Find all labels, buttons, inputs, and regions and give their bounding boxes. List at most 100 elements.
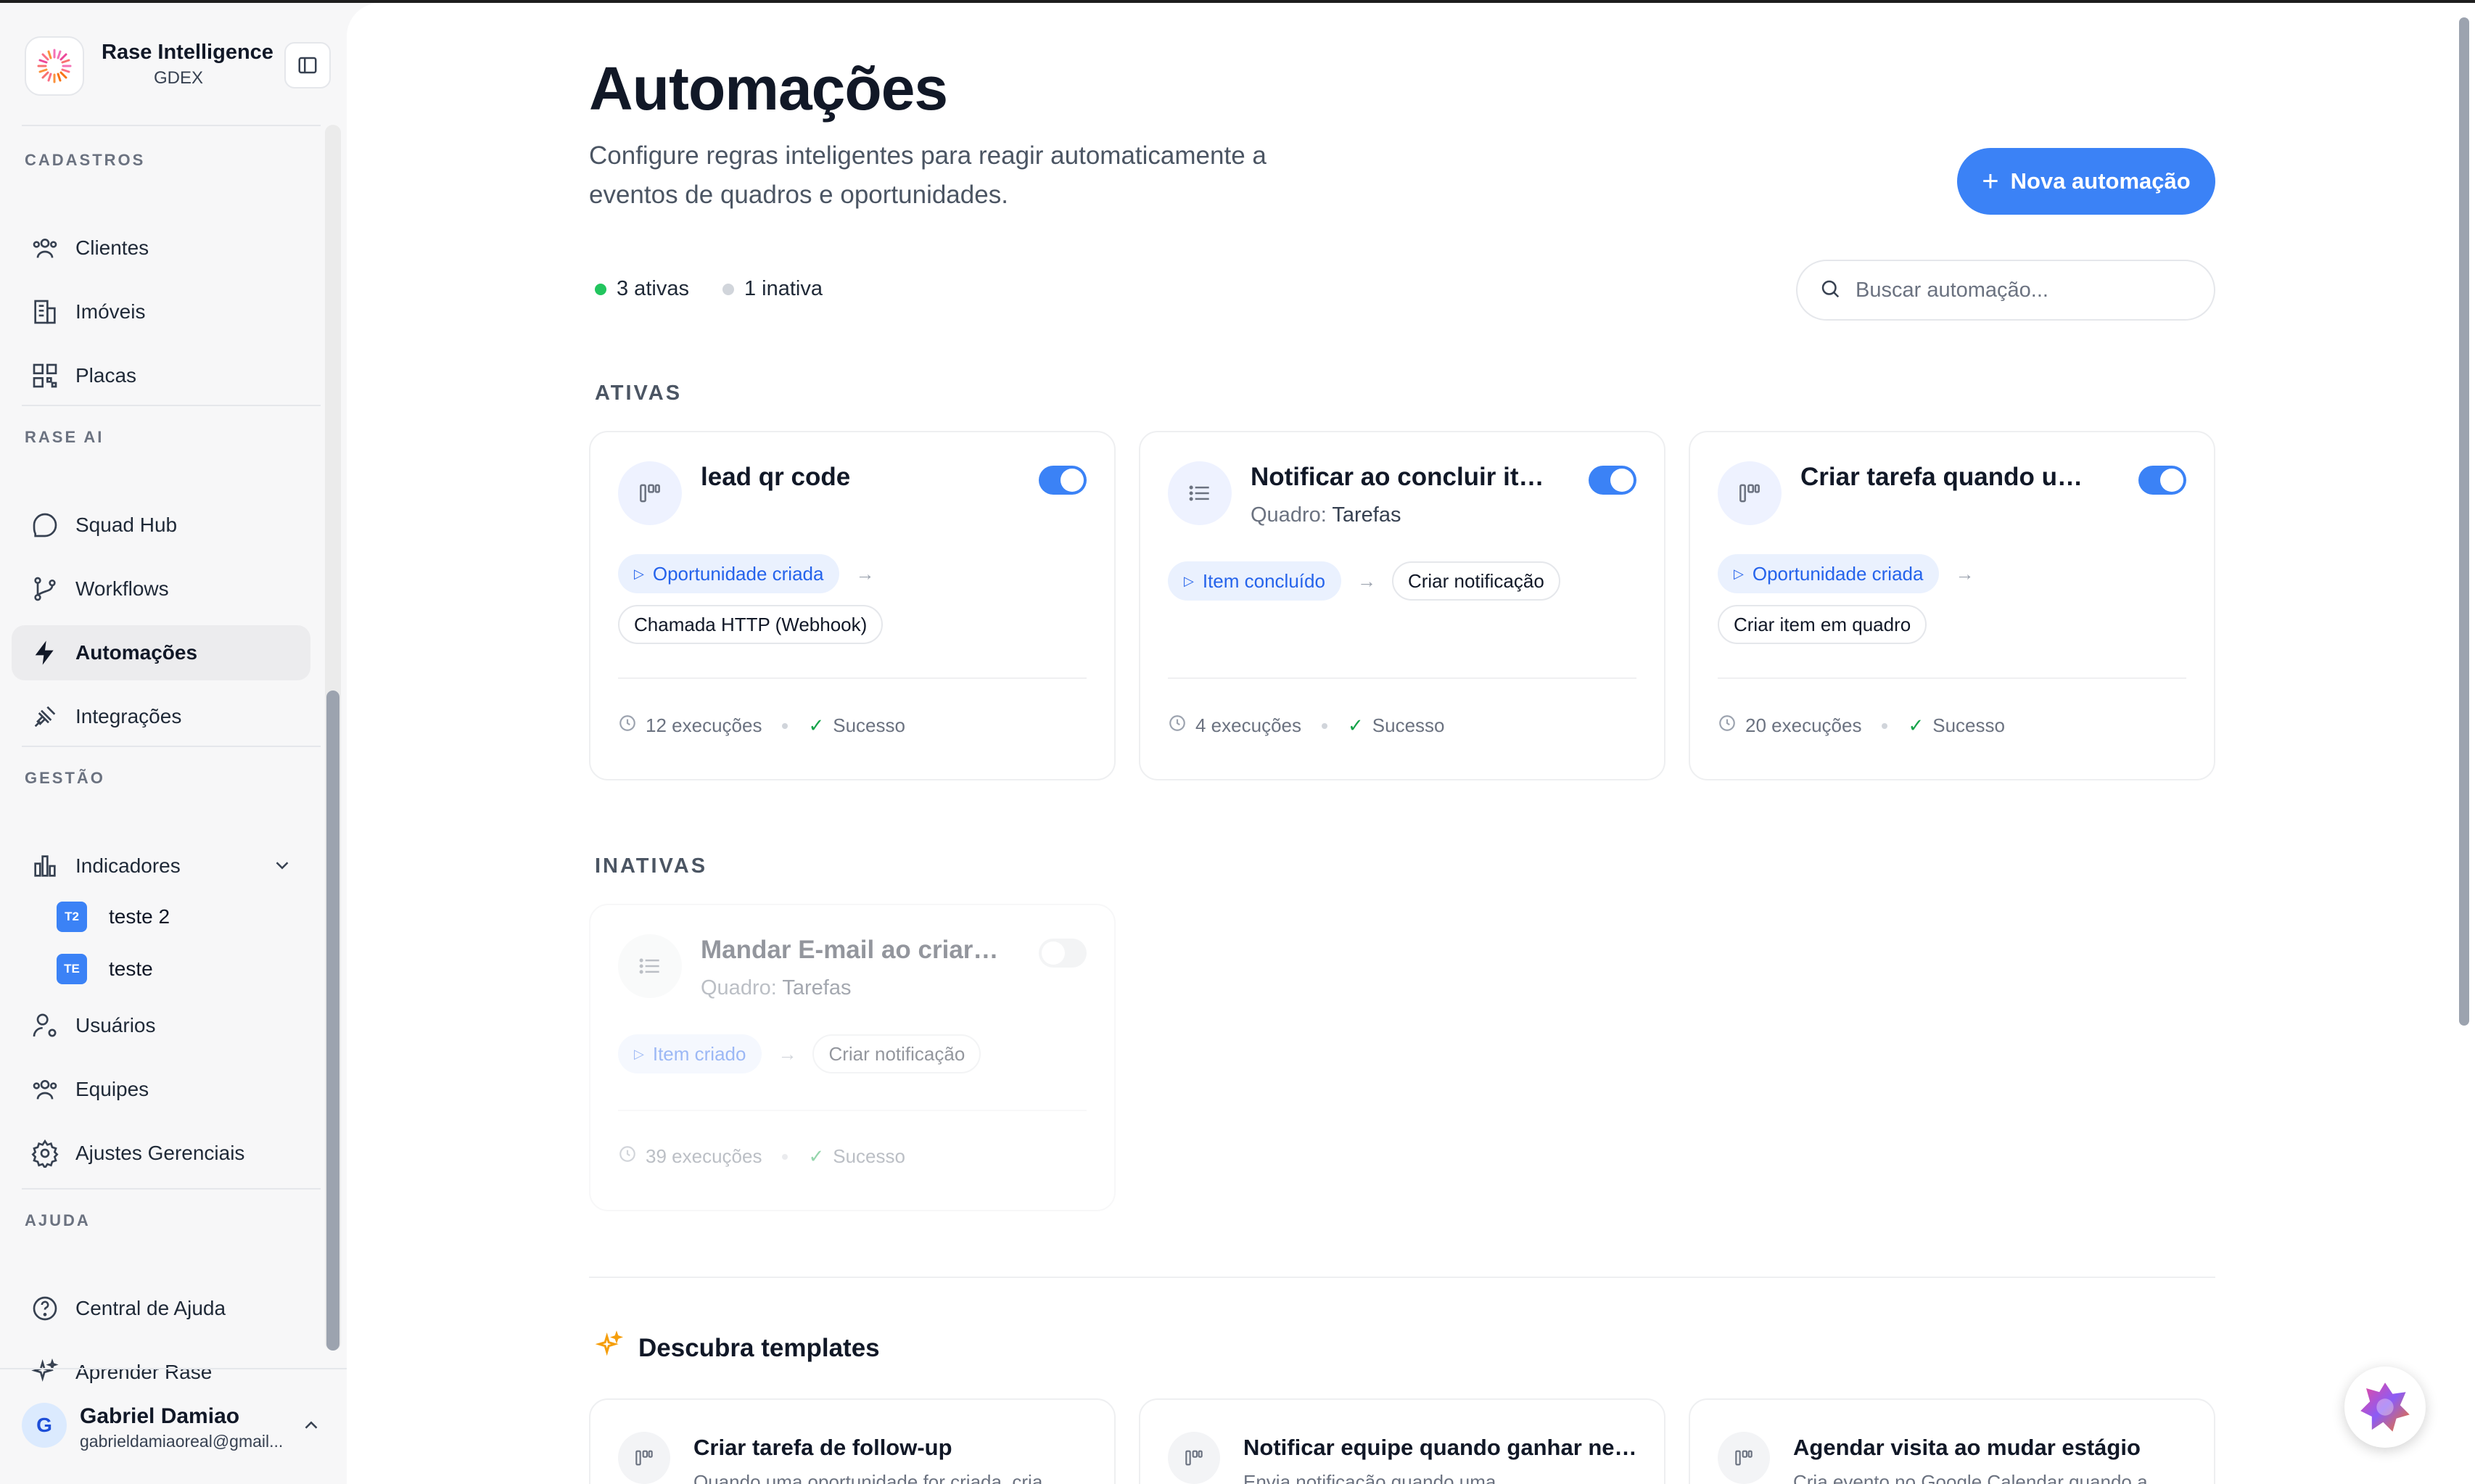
board-icon [1718,461,1782,525]
automation-board: Quadro: Tarefas [1251,503,1401,527]
divider [22,405,321,406]
template-description: Envia notificação quando uma [1243,1471,1496,1484]
template-card[interactable]: Criar tarefa de follow-up Quando uma opo… [589,1398,1116,1484]
new-automation-label: Nova automação [2010,168,2191,194]
separator-dot [782,722,788,729]
board-prefix: Quadro: [1251,503,1327,527]
inactive-dot-icon [722,283,734,295]
card-footer: 39 execuções ✓ Sucesso [618,1145,905,1168]
new-automation-button[interactable]: + Nova automação [1957,148,2215,215]
sidebar-item-label: Automações [75,641,198,664]
sidebar-scrollbar[interactable] [325,125,341,1351]
clock-icon [618,1145,637,1168]
sidebar-item-placas[interactable]: Placas [12,348,310,403]
separator-dot [782,1153,788,1160]
building-icon [28,294,62,329]
automation-toggle[interactable] [2138,466,2186,495]
indicator-badge: T2 [57,902,87,932]
help-circle-icon [28,1291,62,1326]
sidebar-item-automacoes[interactable]: Automações [12,625,310,680]
automation-card[interactable]: Criar tarefa quando um l... ▷ Oportunidad… [1689,431,2215,780]
arrow-right-icon: → [778,1042,797,1065]
sidebar-subitem-teste[interactable]: TE teste [57,949,153,989]
run-count: 12 execuções [646,714,762,736]
board-icon [1168,1432,1220,1484]
assistant-button[interactable] [2344,1366,2426,1448]
automation-flow: ▷ Item concluído → Criar notificação [1168,561,1647,601]
action-chip: Chamada HTTP (Webhook) [618,605,884,644]
template-description: Quando uma oportunidade for criada, cria [693,1471,1043,1484]
clock-icon [1718,714,1737,738]
sidebar-item-integracoes[interactable]: Integrações [12,689,310,744]
trigger-label: Oportunidade criada [652,562,824,585]
active-count: 3 ativas [617,277,689,300]
sidebar-item-central-ajuda[interactable]: Central de Ajuda [12,1281,310,1336]
automation-card[interactable]: Notificar ao concluir item Quadro: Taref… [1139,431,1665,780]
search-box[interactable] [1796,260,2215,321]
sidebar-item-usuarios[interactable]: Usuários [12,998,310,1053]
action-chip: Criar notificação [812,1034,981,1073]
git-branch-icon [28,572,62,606]
bar-chart-icon [28,849,62,883]
separator-dot [1882,722,1888,729]
chevron-down-icon[interactable] [271,854,293,880]
sidebar-item-indicadores[interactable]: Indicadores [12,838,310,894]
automation-title: lead qr code [701,463,851,491]
page-subtitle: Configure regras inteligentes para reagi… [589,141,1267,209]
active-dot-icon [595,283,606,295]
trigger-label: Item concluído [1202,569,1325,592]
brand-name: Rase Intelligence [102,41,273,64]
sidebar-item-label: Equipes [75,1078,149,1100]
sidebar-item-ajustes[interactable]: Ajustes Gerenciais [12,1126,310,1181]
board-prefix: Quadro: [701,976,777,999]
check-icon: ✓ [808,1145,825,1167]
sidebar-item-label: Ajustes Gerenciais [75,1142,245,1164]
sidebar-item-label: Usuários [75,1014,156,1036]
sparkles-icon [595,1330,624,1366]
brand-logo[interactable] [25,36,84,96]
template-card[interactable]: Agendar visita ao mudar estágio Cria eve… [1689,1398,2215,1484]
sidebar-subitem-teste-2[interactable]: T2 teste 2 [57,896,170,937]
user-gear-icon [28,1008,62,1043]
card-divider [618,677,1087,679]
sidebar-item-label: Central de Ajuda [75,1297,226,1319]
sidebar-item-label: Imóveis [75,300,146,323]
automation-card[interactable]: lead qr code ▷ Oportunidade criada → Cham… [589,431,1116,780]
list-icon [1168,461,1232,525]
automation-title: Criar tarefa quando um l... [1800,463,2105,491]
sidebar-item-imoveis[interactable]: Imóveis [12,284,310,339]
search-input[interactable] [1856,278,2175,302]
template-card[interactable]: Notificar equipe quando ganhar neg... En… [1139,1398,1665,1484]
brand-org: GDEX [154,68,204,88]
sidebar-item-clientes[interactable]: Clientes [12,220,310,276]
automation-toggle[interactable] [1589,466,1636,495]
divider [22,746,321,747]
template-title: Notificar equipe quando ganhar neg... [1243,1435,1642,1460]
board-icon [1718,1432,1770,1484]
sidebar-toggle-button[interactable] [284,42,331,88]
board-name: Tarefas [782,976,852,999]
sidebar-item-label: Clientes [75,236,149,259]
sidebar-item-squad-hub[interactable]: Squad Hub [12,498,310,553]
sidebar-subitem-label: teste [109,957,153,980]
lightning-icon [28,635,62,670]
templates-title: Descubra templates [638,1333,880,1362]
play-icon: ▷ [1184,573,1194,588]
run-count: 20 execuções [1745,714,1862,736]
user-profile[interactable]: G Gabriel Damiao gabrieldamiaoreal@gmail… [0,1368,347,1484]
automation-toggle[interactable] [1039,466,1087,495]
automation-title: Notificar ao concluir item [1251,463,1555,491]
template-description: Cria evento no Google Calendar quando a [1793,1471,2148,1484]
run-count: 39 execuções [646,1145,762,1167]
sidebar-scroll-thumb[interactable] [326,691,339,1351]
page-scroll-thumb[interactable] [2459,17,2469,1026]
templates-header: Descubra templates [595,1330,880,1366]
chevron-up-icon[interactable] [300,1414,322,1440]
automation-toggle[interactable] [1039,939,1087,968]
play-icon: ▷ [634,566,644,581]
team-icon [28,1072,62,1107]
sidebar-item-equipes[interactable]: Equipes [12,1062,310,1117]
play-icon: ▷ [1734,566,1744,581]
automation-card[interactable]: Mandar E-mail ao criar u... Quadro: Tare… [589,904,1116,1211]
sidebar-item-workflows[interactable]: Workflows [12,561,310,617]
